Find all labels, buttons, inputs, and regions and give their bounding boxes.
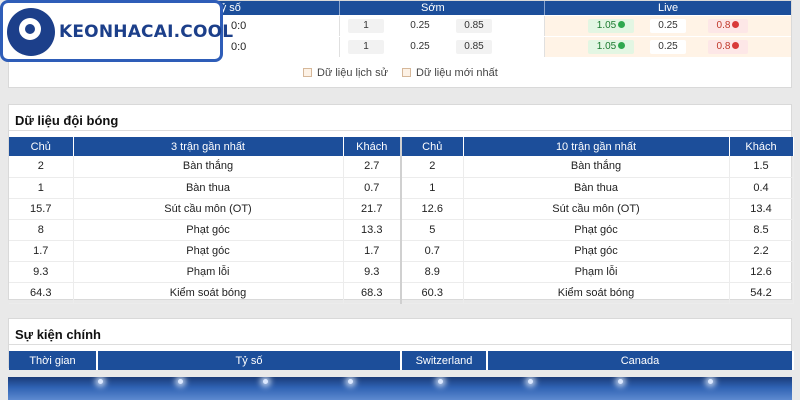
- live-odds-down-cell[interactable]: 0.8: [708, 40, 748, 54]
- home-last10-value: 0.7: [401, 240, 464, 262]
- home-last3-value: 1.7: [9, 240, 74, 262]
- away-last3-value: 1.7: [343, 240, 402, 262]
- arrow-up-icon: [618, 20, 626, 28]
- soccer-ball-icon: [7, 8, 55, 56]
- legend-history-label: Dữ liệu lịch sử: [317, 67, 388, 79]
- legend-latest[interactable]: Dữ liệu mới nhất: [402, 67, 498, 79]
- home-last10-value: 12.6: [401, 198, 464, 220]
- away-last3-value: 2.7: [343, 156, 402, 178]
- arrow-down-icon: [732, 20, 740, 28]
- home-last10-value: 1: [401, 177, 464, 199]
- home-last10-value: 60.3: [401, 282, 464, 304]
- team-data-table: Chủ 3 trận gần nhất Khách Chủ 10 trận gầ…: [9, 137, 794, 304]
- away-last10-value: 13.4: [729, 198, 794, 220]
- stat-label: Sút cầu môn (OT): [73, 198, 344, 220]
- live-handicap-cell[interactable]: 0.25: [650, 40, 686, 54]
- live-odds-value: 1.05: [596, 20, 617, 31]
- away-last3-value: 21.7: [343, 198, 402, 220]
- events-title: Sự kiện chính: [15, 327, 101, 342]
- away-last10-value: 12.6: [729, 261, 794, 283]
- stadium-banner-image: [8, 377, 792, 400]
- table-row: 9.3 Phạm lỗi 9.3 8.9 Phạm lỗi 12.6: [9, 261, 794, 283]
- team-data-title: Dữ liệu đội bóng: [15, 113, 119, 128]
- events-table: Thời gian Tỷ số Switzerland Canada: [9, 351, 794, 370]
- home-last3-value: 2: [9, 156, 74, 178]
- stat-label: Bàn thắng: [463, 156, 730, 178]
- table-row: 15.7 Sút cầu môn (OT) 21.7 12.6 Sút cầu môn …: [9, 198, 794, 220]
- home-last10-value: 5: [401, 219, 464, 241]
- stat-label: Phạt góc: [73, 240, 344, 262]
- away-last3-value: 68.3: [343, 282, 402, 304]
- stat-label: Sút cầu môn (OT): [463, 198, 730, 220]
- away-last10-value: 0.4: [729, 177, 794, 199]
- arrow-down-icon: [732, 41, 740, 49]
- home-last10-value: 2: [401, 156, 464, 178]
- odds-score: 0:0: [231, 20, 247, 32]
- away-last10-value: 1.5: [729, 156, 794, 178]
- away-last3-value: 9.3: [343, 261, 402, 283]
- early-odds-cell[interactable]: 1: [348, 19, 384, 33]
- early-odds-cell[interactable]: 1: [348, 40, 384, 54]
- away-last3-value: 13.3: [343, 219, 402, 241]
- header-away-team: Canada: [487, 351, 794, 370]
- away-last10-value: 54.2: [729, 282, 794, 304]
- header-away: Khách: [729, 137, 794, 156]
- header-time: Thời gian: [9, 351, 98, 370]
- live-odds-value: 1.05: [596, 41, 617, 52]
- header-score: Tỷ số: [97, 351, 402, 370]
- stat-label: Kiểm soát bóng: [463, 282, 730, 304]
- stat-label: Phạm lỗi: [463, 261, 730, 283]
- legend-square-icon: [303, 67, 312, 77]
- header-home-team: Switzerland: [401, 351, 488, 370]
- header-last3: 3 trận gần nhất: [73, 137, 344, 156]
- live-odds-value: 0.8: [716, 41, 731, 52]
- table-row: 64.3 Kiểm soát bóng 68.3 60.3 Kiểm soát bóng…: [9, 282, 794, 304]
- table-row: 1.7 Phạt góc 1.7 0.7 Phạt góc 2.2: [9, 240, 794, 262]
- stat-label: Bàn thua: [463, 177, 730, 199]
- early-odds-cell[interactable]: 0.85: [456, 19, 492, 33]
- home-last10-value: 8.9: [401, 261, 464, 283]
- site-logo[interactable]: KEONHACAI.COOL: [0, 0, 233, 62]
- table-row: 8 Phạt góc 13.3 5 Phạt góc 8.5: [9, 219, 794, 241]
- home-last3-value: 15.7: [9, 198, 74, 220]
- odds-header-live: Live: [658, 2, 679, 14]
- odds-header-early: Sớm: [421, 2, 445, 14]
- legend-history[interactable]: Dữ liệu lịch sử: [303, 67, 388, 79]
- legend-latest-label: Dữ liệu mới nhất: [416, 67, 498, 79]
- live-odds-value: 0.8: [716, 20, 731, 31]
- header-last10: 10 trận gần nhất: [463, 137, 730, 156]
- stat-label: Bàn thắng: [73, 156, 344, 178]
- stat-label: Phạm lỗi: [73, 261, 344, 283]
- live-odds-down-cell[interactable]: 0.8: [708, 19, 748, 33]
- stat-label: Phạt góc: [73, 219, 344, 241]
- header-home: Chủ: [401, 137, 464, 156]
- early-odds-cell[interactable]: 0.85: [456, 40, 492, 54]
- away-last10-value: 8.5: [729, 219, 794, 241]
- away-last3-value: 0.7: [343, 177, 402, 199]
- team-data-card: Dữ liệu đội bóng Chủ 3 trận gần nhất Khá…: [8, 104, 794, 304]
- home-last3-value: 1: [9, 177, 74, 199]
- live-odds-up-cell[interactable]: 1.05: [588, 40, 634, 54]
- live-odds-up-cell[interactable]: 1.05: [588, 19, 634, 33]
- home-last3-value: 9.3: [9, 261, 74, 283]
- arrow-up-icon: [618, 41, 626, 49]
- stat-label: Phạt góc: [463, 240, 730, 262]
- logo-text: KEONHACAI.COOL: [59, 22, 234, 42]
- home-last3-value: 8: [9, 219, 74, 241]
- away-last10-value: 2.2: [729, 240, 794, 262]
- events-card: Sự kiện chính Thời gian Tỷ số Switzerlan…: [8, 318, 794, 370]
- home-last3-value: 64.3: [9, 282, 74, 304]
- header-away: Khách: [343, 137, 402, 156]
- stat-label: Kiểm soát bóng: [73, 282, 344, 304]
- legend-square-icon: [402, 67, 411, 77]
- table-row: 1 Bàn thua 0.7 1 Bàn thua 0.4: [9, 177, 794, 199]
- early-handicap-cell[interactable]: 0.25: [402, 40, 438, 54]
- header-home: Chủ: [9, 137, 74, 156]
- table-row: 2 Bàn thắng 2.7 2 Bàn thắng 1.5: [9, 156, 794, 178]
- early-handicap-cell[interactable]: 0.25: [402, 19, 438, 33]
- stat-label: Phạt góc: [463, 219, 730, 241]
- stat-label: Bàn thua: [73, 177, 344, 199]
- live-handicap-cell[interactable]: 0.25: [650, 19, 686, 33]
- odds-score: 0:0: [231, 41, 247, 53]
